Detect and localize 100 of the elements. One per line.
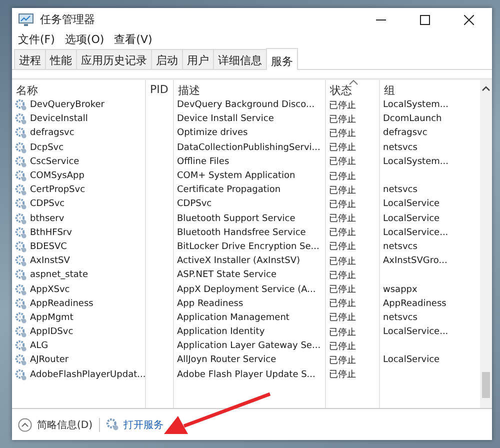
status-text: 已停止 (329, 184, 356, 197)
details-toggle-button[interactable]: 简略信息(D) (18, 418, 93, 432)
group-text: AxInstSVGro... (383, 256, 448, 266)
description-text: AllJoyn Router Service (177, 355, 276, 366)
gear-icon (15, 198, 27, 210)
status-text: 已停止 (329, 284, 356, 296)
group-text: LocalService (383, 355, 440, 366)
gear-icon (15, 127, 27, 140)
column-header[interactable]: 状态 (326, 80, 380, 98)
group-text: defragsvc (383, 128, 428, 138)
status-text: 已停止 (329, 354, 356, 367)
group-text: LocalService (383, 214, 440, 224)
gear-icon (15, 212, 27, 225)
description-text: AppX Deployment Service (A... (177, 284, 316, 295)
gear-icon (15, 255, 27, 268)
description-text: CDPSvc (177, 199, 212, 210)
description-text: Application Layer Gateway Se... (177, 341, 321, 352)
menu-item[interactable]: 查看(V) (114, 32, 152, 46)
status-text: 已停止 (329, 170, 356, 183)
scroll-thumb[interactable] (482, 372, 490, 398)
gear-icon (15, 99, 27, 112)
column-header[interactable]: 组 (380, 80, 480, 98)
tab[interactable]: 用户 (182, 49, 214, 69)
description-text: Adobe Flash Player Update S... (177, 370, 316, 380)
status-text: 已停止 (329, 198, 356, 211)
service-name: AppReadiness (30, 298, 94, 309)
gear-icon (15, 240, 27, 253)
group-text: netsvcs (383, 312, 418, 323)
status-text: 已停止 (329, 312, 356, 324)
description-text: COM+ System Application (177, 171, 296, 182)
column-header[interactable]: 名称 (12, 80, 146, 98)
group-text: LocalService... (383, 327, 448, 338)
open-services-link[interactable]: 打开服务 (106, 418, 164, 432)
description-text: Application Management (177, 312, 290, 323)
gear-icon (15, 142, 27, 154)
gear-icon (15, 226, 27, 239)
description-text: Certificate Propagation (177, 185, 281, 196)
description-text: Application Identity (177, 327, 265, 338)
service-name: AppIDSvc (30, 327, 74, 338)
service-name: AJRouter (30, 355, 69, 366)
status-text: 已停止 (329, 240, 356, 254)
close-icon[interactable] (464, 14, 474, 24)
status-text: 已停止 (329, 142, 356, 154)
status-text: 已停止 (329, 256, 356, 268)
monitor-icon (18, 12, 34, 26)
group-text: DcomLaunch (383, 114, 442, 124)
description-text: DevQuery Background Disco... (177, 100, 315, 110)
service-name: bthserv (30, 214, 64, 224)
scrollbar[interactable] (480, 80, 492, 408)
description-text: Offline Files (177, 156, 230, 167)
description-text: Bluetooth Support Service (177, 214, 296, 224)
service-name: DeviceInstall (30, 114, 88, 124)
description-text: ActiveX Installer (AxInstSV) (177, 256, 300, 266)
service-name: COMSysApp (30, 171, 84, 182)
service-name: defragsvc (30, 128, 74, 138)
service-name: AppXSvc (30, 284, 70, 295)
tab[interactable]: 性能 (45, 49, 77, 69)
gear-icon (15, 284, 27, 296)
status-text: 已停止 (329, 100, 356, 112)
service-name: aspnet_state (30, 270, 88, 280)
service-name: BthHFSrv (30, 228, 72, 238)
menu-item[interactable]: 选项(O) (64, 32, 104, 46)
tab[interactable]: 进程 (14, 49, 46, 69)
status-text: 已停止 (329, 270, 356, 282)
description-text: Device Install Service (177, 114, 274, 124)
group-text: LocalService (383, 199, 440, 210)
group-text: wsappx (383, 284, 418, 295)
service-name: AppMgmt (30, 312, 74, 323)
gear-icon (106, 418, 119, 431)
gear-icon (15, 156, 27, 168)
menu-item[interactable]: 文件(F) (18, 32, 55, 46)
gear-icon (15, 368, 27, 381)
tab[interactable]: 详细信息 (213, 49, 267, 69)
description-text: Bluetooth Handsfree Service (177, 228, 306, 238)
column-header[interactable]: PID (146, 80, 174, 98)
status-text: 已停止 (329, 156, 356, 168)
description-text: DataCollectionPublishingServi... (177, 142, 320, 153)
gear-icon (15, 340, 27, 352)
description-text: BitLocker Drive Encryption Se... (177, 242, 320, 252)
tab[interactable]: 应用历史记录 (76, 49, 152, 69)
description-text: Optimize drives (177, 128, 248, 138)
gear-icon (15, 269, 27, 282)
service-name: AdobeFlashPlayerUpdat... (30, 370, 146, 380)
tab[interactable]: 服务 (266, 48, 298, 70)
chevron-up-icon (18, 418, 32, 432)
window-title: 任务管理器 (40, 12, 95, 27)
group-text: AppReadiness (383, 298, 446, 309)
tab[interactable]: 启动 (151, 49, 183, 69)
status-text: 已停止 (329, 326, 356, 339)
maximize-icon[interactable] (420, 14, 430, 24)
status-text: 已停止 (329, 226, 356, 240)
status-text: 已停止 (329, 368, 356, 382)
gear-icon (15, 312, 27, 324)
service-name: DcpSvc (30, 142, 64, 153)
status-text: 已停止 (329, 128, 356, 140)
scroll-up-icon[interactable] (482, 86, 490, 91)
service-name: ALG (30, 341, 48, 352)
sort-caret-icon (348, 80, 358, 85)
group-text: LocalSystem... (383, 156, 448, 167)
column-header[interactable]: 描述 (174, 80, 326, 98)
